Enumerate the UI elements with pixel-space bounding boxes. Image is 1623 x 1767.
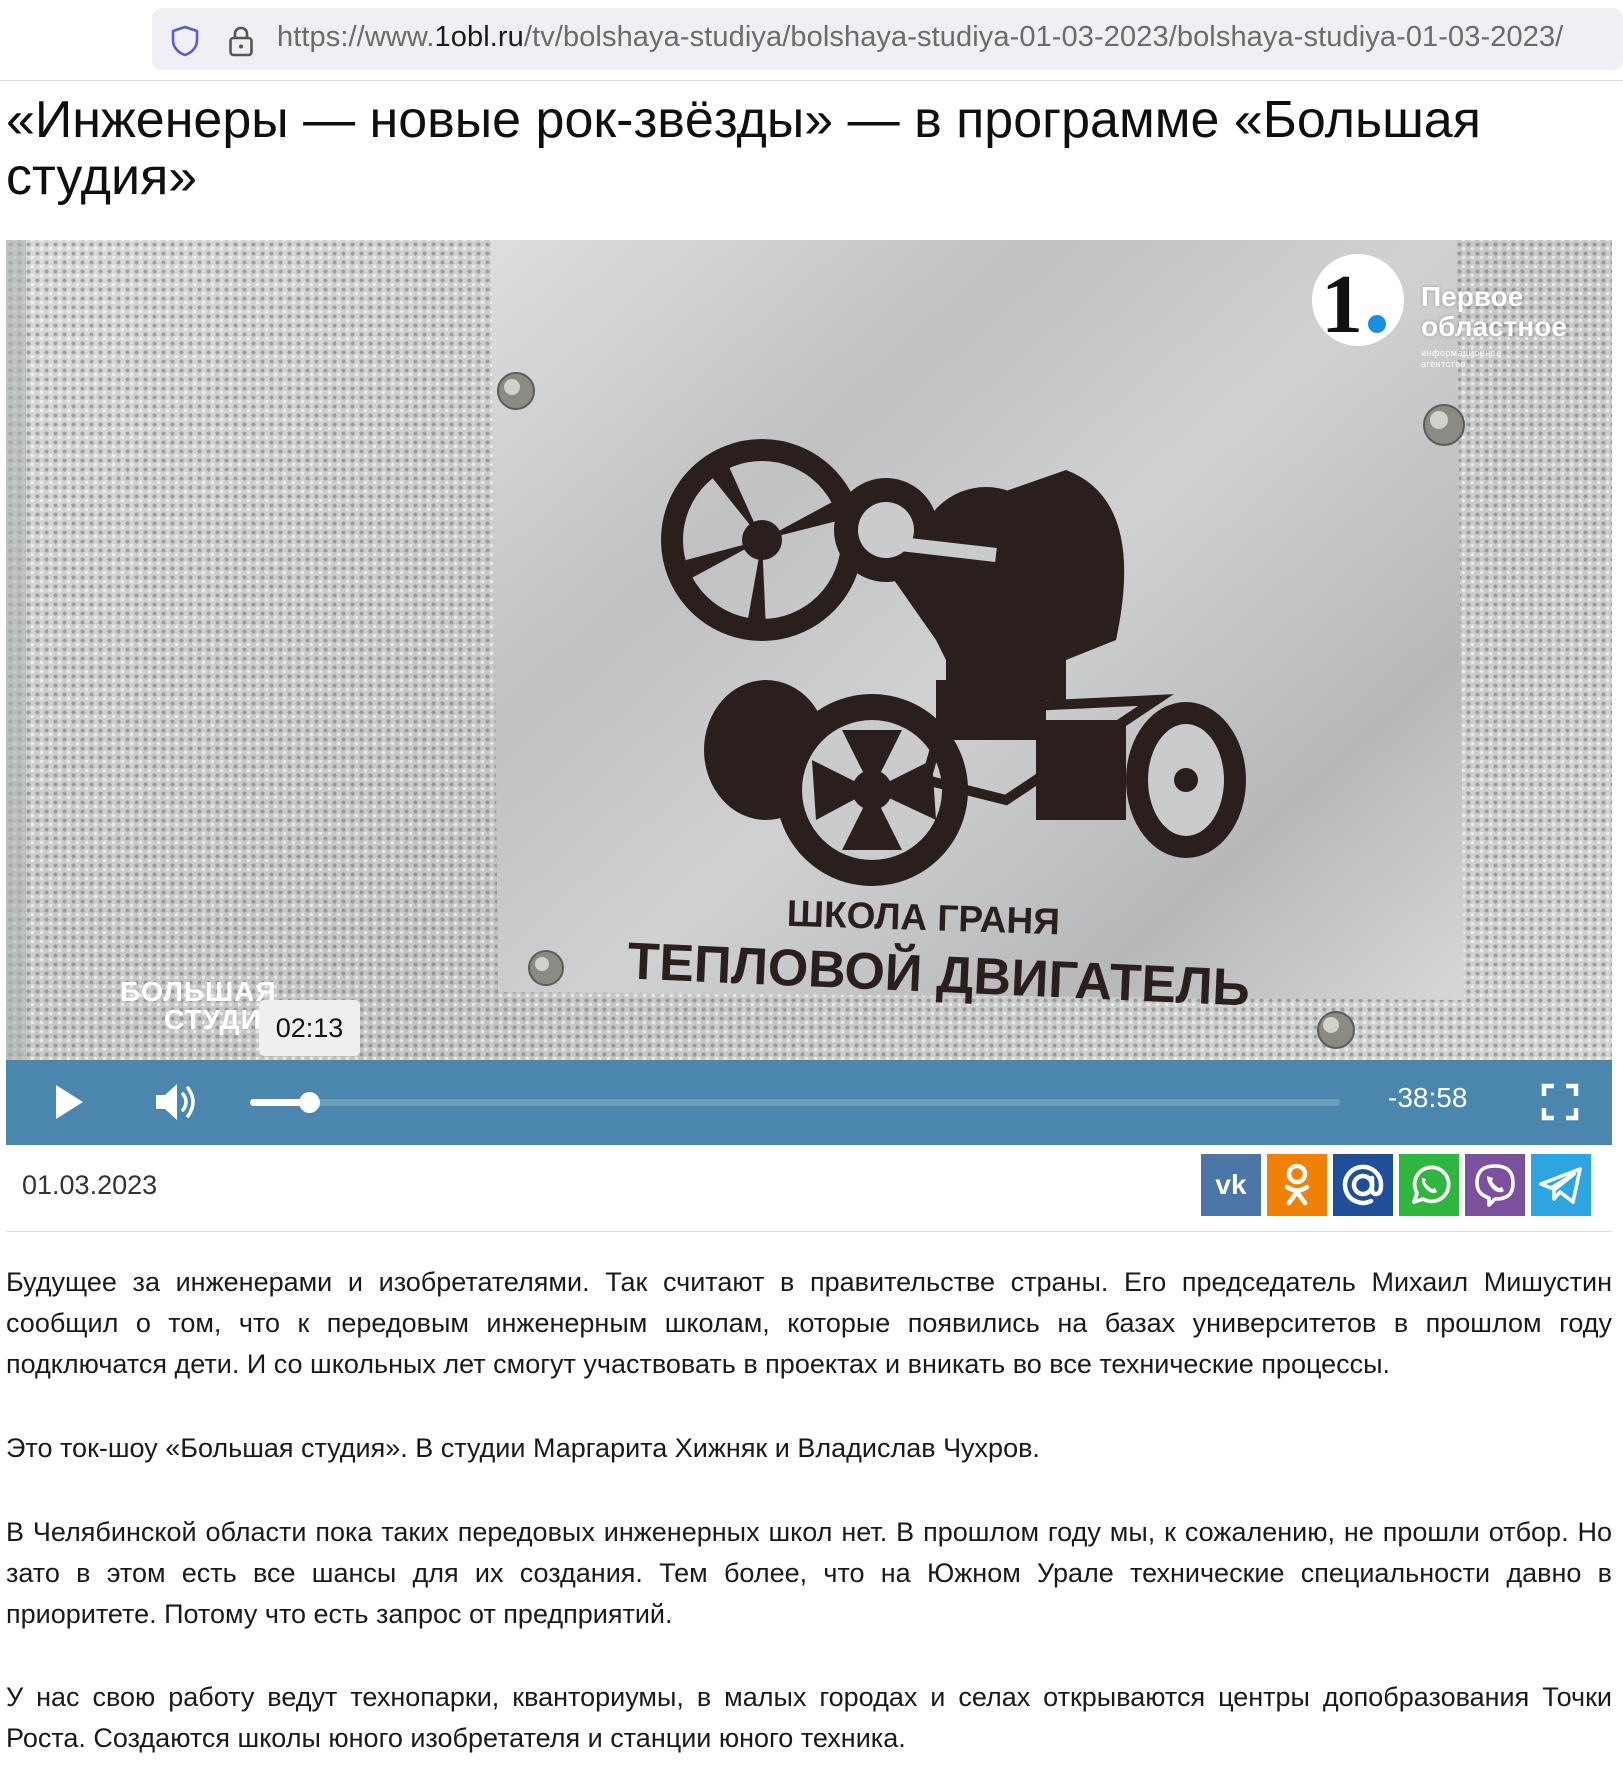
url-text[interactable]: https://www.1obl.ru/tv/bolshaya-studiya/… (277, 21, 1563, 54)
odnoklassniki-icon (1284, 1163, 1310, 1206)
telegram-icon (1539, 1167, 1582, 1204)
url-host: 1obl.ru (434, 21, 524, 53)
url-path: /tv/bolshaya-studiya/bolshaya-studiya-01… (523, 21, 1564, 53)
share-mail-button[interactable] (1333, 1154, 1393, 1216)
share-odnoklassniki-button[interactable] (1267, 1154, 1327, 1216)
article-paragraph: У нас свою работу ведут технопарки, кван… (6, 1682, 1612, 1753)
time-remaining: -38:58 (1388, 1082, 1468, 1113)
plaque-line1: ШКОЛА ГРАНЯ (786, 893, 1060, 943)
article-paragraph: В Челябинской области пока таких передов… (6, 1517, 1612, 1629)
browser-address-bar: https://www.1obl.ru/tv/bolshaya-studiya/… (0, 0, 1623, 81)
vk-icon: vk (1215, 1171, 1247, 1199)
video-frame: ШКОЛА ГРАНЯ ТЕПЛОВОЙ ДВИГАТЕЛЬ 1 (6, 240, 1465, 1060)
page-title: «Инженеры — новые рок-звёзды» — в програ… (6, 91, 1481, 206)
mail-at-icon (1342, 1164, 1384, 1206)
channel-logo-line2: областное (1421, 311, 1567, 342)
progress-handle[interactable] (299, 1092, 320, 1113)
channel-logo-line1: Первое (1421, 281, 1524, 312)
time-tooltip: 02:13 (259, 1000, 360, 1056)
show-logo-line1: БОЛЬШАЯ (120, 976, 277, 1007)
divider (6, 1231, 1612, 1232)
fullscreen-icon[interactable] (1540, 1082, 1580, 1122)
share-viber-button[interactable] (1465, 1154, 1525, 1216)
channel-logo-sub: информационное агентство (1421, 348, 1502, 369)
shield-icon[interactable] (170, 25, 200, 57)
progress-bar[interactable] (250, 1092, 1340, 1113)
article-paragraph: Будущее за инженерами и изобретателями. … (6, 1267, 1612, 1379)
share-whatsapp-button[interactable] (1399, 1154, 1459, 1216)
whatsapp-icon (1412, 1165, 1451, 1204)
lock-icon[interactable] (228, 25, 254, 57)
channel-logo-text: Первое областное (1421, 282, 1567, 342)
publish-date: 01.03.2023 (22, 1170, 158, 1200)
share-telegram-button[interactable] (1531, 1154, 1591, 1216)
share-vk-button[interactable]: vk (1201, 1154, 1261, 1216)
show-logo: БОЛЬШАЯ СТУДИ (120, 978, 276, 1034)
svg-text:vk: vk (1215, 1171, 1247, 1199)
viber-icon (1475, 1164, 1515, 1207)
svg-text:1: 1 (1321, 258, 1363, 351)
article-paragraph: Это ток-шоу «Большая студия». В студии М… (6, 1433, 1040, 1463)
video-player[interactable]: ШКОЛА ГРАНЯ ТЕПЛОВОЙ ДВИГАТЕЛЬ 1 Первое … (6, 240, 1612, 1145)
video-controls: -38:58 (6, 1060, 1612, 1145)
volume-icon[interactable] (153, 1080, 201, 1124)
url-prefix: https://www. (277, 21, 435, 53)
play-icon[interactable] (52, 1082, 86, 1122)
